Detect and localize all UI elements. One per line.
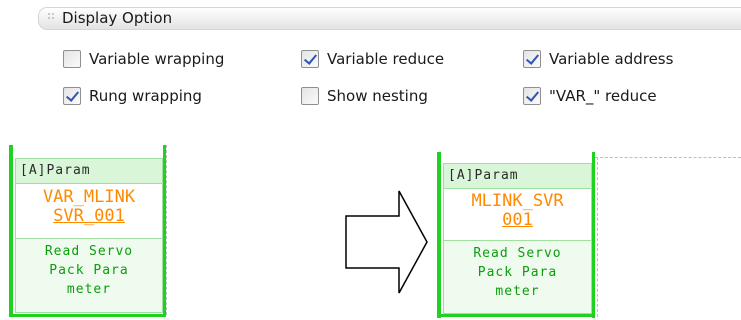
grip-icon xyxy=(48,13,56,21)
grid-line-vertical xyxy=(597,157,598,317)
fb-desc-area-after: Read Servo Pack Para meter xyxy=(444,240,591,313)
fb-name-line2-before: SVR_001 xyxy=(53,206,125,226)
grid-line-horizontal xyxy=(595,157,741,158)
fb-desc-line1-before: Read Servo xyxy=(44,244,134,259)
bottom-rail-after xyxy=(437,314,595,317)
var-reduce-label: "VAR_" reduce xyxy=(549,87,657,105)
fb-header-before: [A]Param xyxy=(16,159,162,184)
fb-desc-line3-after: meter xyxy=(495,284,540,299)
checkbox-variable-reduce[interactable] xyxy=(301,50,319,68)
fb-name-line1-after: MLINK_SVR xyxy=(471,191,564,211)
display-option-title: Display Option xyxy=(62,9,173,27)
fb-desc-area-before: Read Servo Pack Para meter xyxy=(16,238,162,312)
checkbox-show-nesting[interactable] xyxy=(301,87,319,105)
variable-address-label: Variable address xyxy=(549,50,674,68)
bottom-rail-before xyxy=(9,314,166,317)
left-power-rail-after xyxy=(437,152,441,318)
fb-desc-line1-after: Read Servo xyxy=(473,246,562,261)
fb-name-line2-after: 001 xyxy=(502,210,533,230)
function-block-after[interactable]: [A]Param MLINK_SVR 001 Read Servo Pack P… xyxy=(443,163,592,314)
show-nesting-label: Show nesting xyxy=(327,87,428,105)
checkbox-var-reduce[interactable] xyxy=(523,87,541,105)
fb-desc-line2-before: Pack Para xyxy=(49,263,129,278)
fb-name-line1-before: VAR_MLINK xyxy=(42,187,136,207)
fb-header-after: [A]Param xyxy=(444,164,591,189)
function-block-before[interactable]: [A]Param VAR_MLINK SVR_001 Read Servo Pa… xyxy=(15,158,163,313)
fb-desc-line2-after: Pack Para xyxy=(477,265,558,280)
grid-line xyxy=(166,145,167,315)
arrow-right-icon xyxy=(345,190,428,294)
rung-wrapping-label: Rung wrapping xyxy=(89,87,202,105)
checkbox-variable-wrapping[interactable] xyxy=(63,50,81,68)
checkbox-variable-address[interactable] xyxy=(523,50,541,68)
fb-desc-line3-before: meter xyxy=(66,282,112,297)
checkbox-rung-wrapping[interactable] xyxy=(63,87,81,105)
right-rail-after xyxy=(592,152,595,318)
variable-wrapping-label: Variable wrapping xyxy=(89,50,225,68)
left-power-rail xyxy=(9,145,13,317)
variable-reduce-label: Variable reduce xyxy=(327,50,445,68)
